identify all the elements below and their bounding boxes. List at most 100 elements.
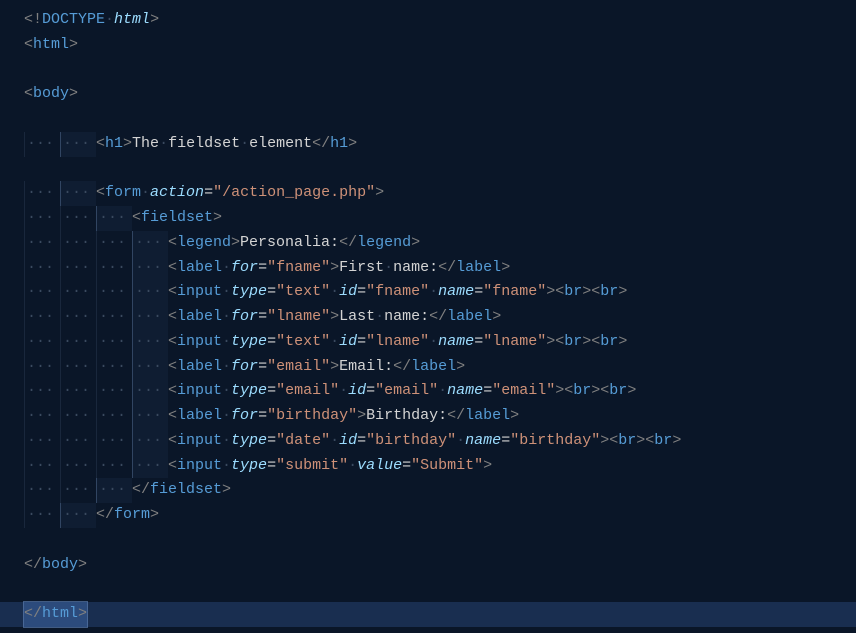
token-punct: > <box>546 280 555 305</box>
indent-guide: ··· <box>24 330 60 355</box>
token-attr-eq: = <box>483 379 492 404</box>
token-text: fieldset <box>168 132 240 157</box>
token-punct: > <box>348 132 357 157</box>
indent-guide: ··· <box>96 355 132 380</box>
token-attr-name: id <box>339 280 357 305</box>
whitespace-dot: ··· <box>133 457 162 474</box>
token-tag: label <box>177 256 222 281</box>
code-editor[interactable]: <!DOCTYPE·html><html><body>······<h1>The… <box>0 8 856 627</box>
whitespace-dot: ··· <box>97 407 126 424</box>
code-line[interactable]: ············<label·for="birthday">Birthd… <box>0 404 856 429</box>
indent-guide: ··· <box>60 305 96 330</box>
code-line[interactable]: <!DOCTYPE·html> <box>0 8 856 33</box>
token-punct: < <box>24 33 33 58</box>
token-tag: input <box>177 330 222 355</box>
code-line[interactable]: ······<form·action="/action_page.php"> <box>0 181 856 206</box>
token-attr-name: value <box>357 454 402 479</box>
indent-guide: ··· <box>96 429 132 454</box>
code-line[interactable]: ············<label·for="email">Email:</l… <box>0 355 856 380</box>
indent-guides: ······ <box>0 132 96 157</box>
code-line[interactable]: </html> <box>0 602 856 627</box>
indent-guide: ··· <box>24 454 60 479</box>
whitespace-dot: · <box>330 429 339 454</box>
code-line[interactable]: <html> <box>0 33 856 58</box>
whitespace-dot: ··· <box>133 382 162 399</box>
token-punct: < <box>168 454 177 479</box>
indent-guide: ··· <box>24 305 60 330</box>
code-line[interactable]: ············<input·type="email"·id="emai… <box>0 379 856 404</box>
token-attr-eq: = <box>267 454 276 479</box>
token-punct: < <box>168 280 177 305</box>
code-line[interactable] <box>0 107 856 132</box>
token-string: "email" <box>492 379 555 404</box>
token-string: "email" <box>276 379 339 404</box>
whitespace-dot: · <box>339 379 348 404</box>
indent-guide: ··· <box>132 429 168 454</box>
code-line[interactable]: ······<h1>The·fieldset·element</h1> <box>0 132 856 157</box>
indent-guide: ··· <box>96 280 132 305</box>
token-tag: br <box>618 429 636 454</box>
indent-guide: ··· <box>132 404 168 429</box>
token-attr-eq: = <box>258 355 267 380</box>
whitespace-dot: ··· <box>25 184 54 201</box>
code-line[interactable] <box>0 577 856 602</box>
token-text: Last <box>339 305 375 330</box>
token-tag: br <box>564 280 582 305</box>
code-line[interactable]: ·········<fieldset> <box>0 206 856 231</box>
code-line[interactable]: ······</form> <box>0 503 856 528</box>
whitespace-dot: ··· <box>133 259 162 276</box>
code-line[interactable]: ············<label·for="fname">First·nam… <box>0 256 856 281</box>
code-line[interactable]: ············<input·type="text"·id="fname… <box>0 280 856 305</box>
token-tag: h1 <box>105 132 123 157</box>
code-line[interactable]: ············<legend>Personalia:</legend> <box>0 231 856 256</box>
token-punct: > <box>618 280 627 305</box>
token-punct: > <box>69 33 78 58</box>
indent-guide: ··· <box>24 478 60 503</box>
whitespace-dot: · <box>330 330 339 355</box>
token-tag: label <box>177 355 222 380</box>
whitespace-dot: ··· <box>133 283 162 300</box>
whitespace-dot: · <box>348 454 357 479</box>
whitespace-dot: ··· <box>25 283 54 300</box>
token-punct: > <box>582 330 591 355</box>
token-punct: > <box>78 553 87 578</box>
token-punct: < <box>24 82 33 107</box>
code-line[interactable]: ············<input·type="text"·id="lname… <box>0 330 856 355</box>
whitespace-dot: ··· <box>133 234 162 251</box>
code-line[interactable]: ·········</fieldset> <box>0 478 856 503</box>
token-attr-name: type <box>231 379 267 404</box>
token-punct: > <box>69 82 78 107</box>
token-tag: label <box>411 355 456 380</box>
code-line[interactable]: ············<input·type="submit"·value="… <box>0 454 856 479</box>
token-punct: > <box>123 132 132 157</box>
whitespace-dot: · <box>330 280 339 305</box>
code-line[interactable] <box>0 528 856 553</box>
code-line[interactable] <box>0 58 856 83</box>
token-punct: > <box>636 429 645 454</box>
indent-guide: ··· <box>96 478 132 503</box>
code-line[interactable] <box>0 157 856 182</box>
code-line[interactable]: ············<label·for="lname">Last·name… <box>0 305 856 330</box>
code-line[interactable]: <body> <box>0 82 856 107</box>
token-attr-eq: = <box>474 330 483 355</box>
code-line[interactable]: </body> <box>0 553 856 578</box>
token-tag: br <box>654 429 672 454</box>
token-tag: br <box>609 379 627 404</box>
indent-guides: ············ <box>0 454 168 479</box>
indent-guide: ··· <box>24 404 60 429</box>
token-punct: < <box>591 280 600 305</box>
token-attr-name: name <box>465 429 501 454</box>
whitespace-dot: ··· <box>61 382 90 399</box>
whitespace-dot: ··· <box>97 358 126 375</box>
token-attr-name: for <box>231 305 258 330</box>
token-punct: < <box>96 132 105 157</box>
code-line[interactable]: ············<input·type="date"·id="birth… <box>0 429 856 454</box>
token-attr-name: type <box>231 280 267 305</box>
whitespace-dot: · <box>222 454 231 479</box>
whitespace-dot: · <box>438 379 447 404</box>
token-punct: </ <box>429 305 447 330</box>
token-tag: html <box>42 605 78 622</box>
token-punct: < <box>555 330 564 355</box>
whitespace-dot: ··· <box>97 234 126 251</box>
indent-guide: ··· <box>132 330 168 355</box>
